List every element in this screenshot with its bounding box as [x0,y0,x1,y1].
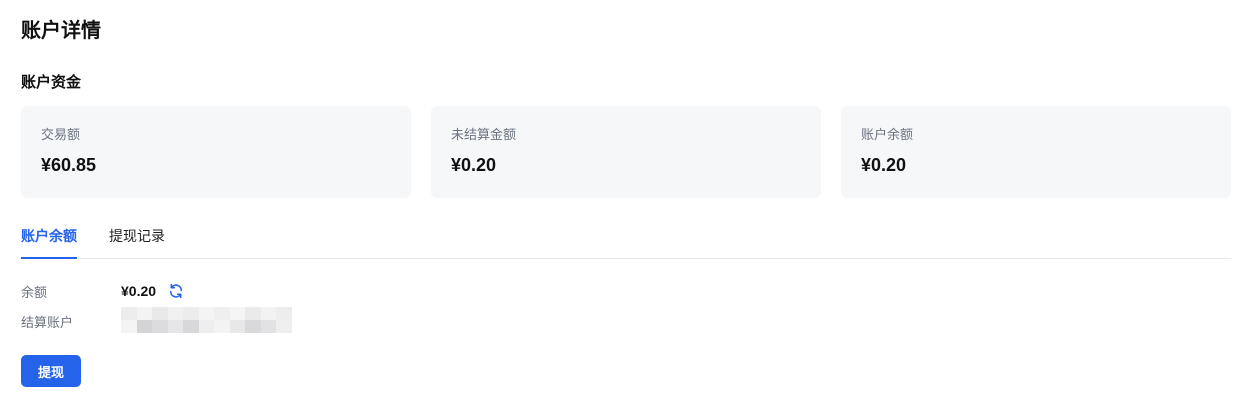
card-label: 交易额 [41,128,81,143]
card-account-balance: 账户余额 ¥0.20 [841,106,1231,198]
card-unsettled-amount: 未结算金额 ¥0.20 [431,106,821,198]
page-title: 账户详情 [21,18,101,42]
settlement-row: 结算账户 [21,307,292,333]
card-value: ¥0.20 [861,155,907,175]
card-trade-amount: 交易额 ¥60.85 [21,106,411,198]
tab-withdraw-records[interactable]: 提现记录 [109,222,165,258]
funds-cards: 交易额 ¥60.85 未结算金额 ¥0.20 账户余额 ¥0.20 [21,106,1231,198]
tab-account-balance[interactable]: 账户余额 [21,222,77,259]
section-title-funds: 账户资金 [21,73,82,91]
balance-info: 余额 ¥0.20 结算账户 [21,280,292,340]
balance-value: ¥0.20 [121,283,157,299]
card-label: 账户余额 [861,128,914,143]
balance-row: 余额 ¥0.20 [21,280,292,302]
tab-bar: 账户余额 提现记录 [21,222,1231,259]
card-label: 未结算金额 [451,128,517,143]
withdraw-button[interactable]: 提现 [21,355,81,387]
refresh-icon[interactable] [168,283,184,299]
balance-label: 余额 [21,285,48,301]
card-value: ¥0.20 [451,155,497,175]
redacted-account-mosaic [121,307,292,333]
card-value: ¥60.85 [41,155,97,175]
settlement-label: 结算账户 [21,315,74,331]
